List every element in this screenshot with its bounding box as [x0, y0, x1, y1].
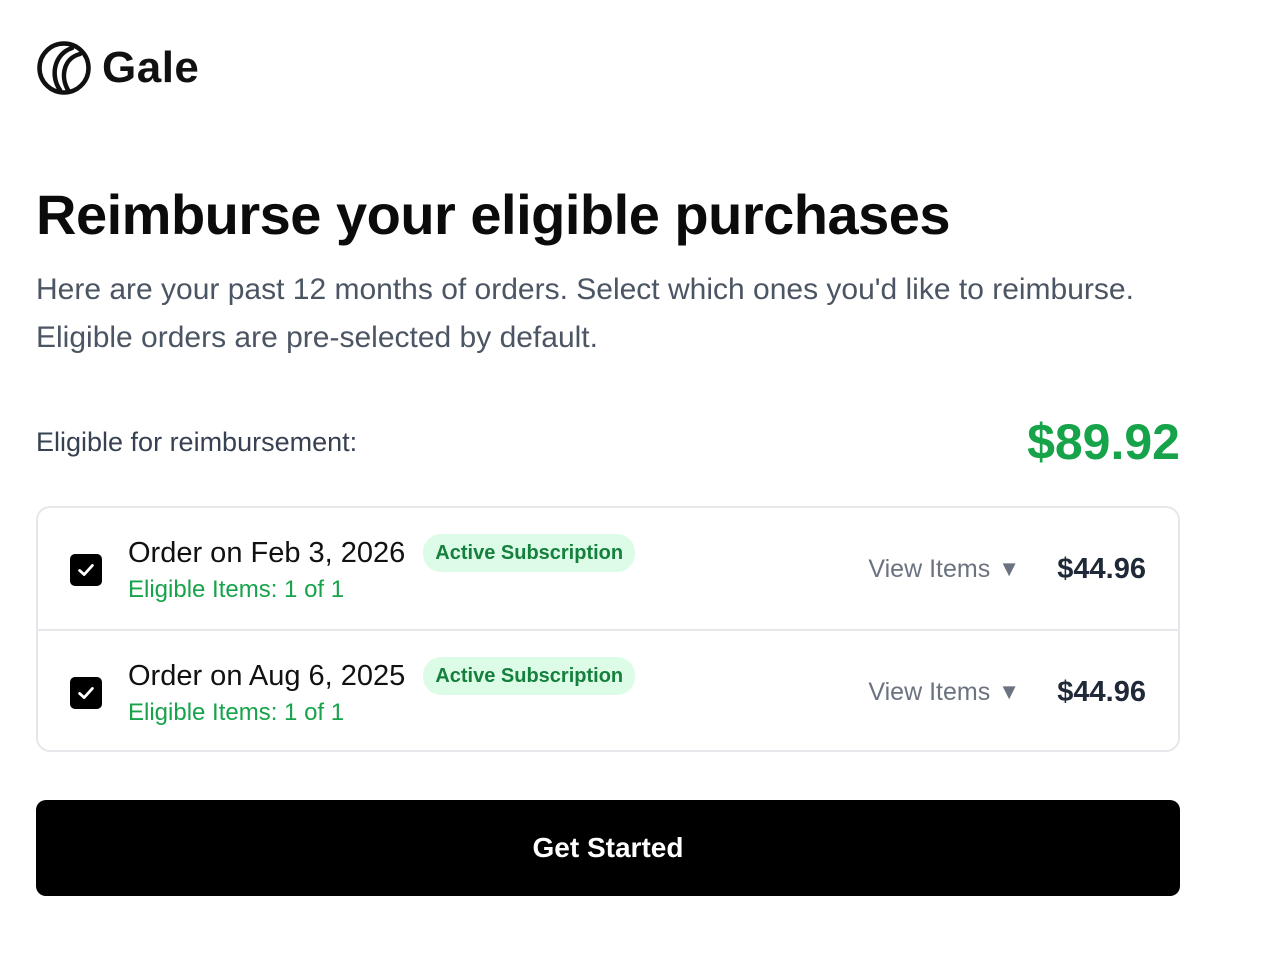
- order-price: $44.96: [1057, 553, 1146, 585]
- brand: Gale: [36, 40, 199, 96]
- order-title-line: Order on Aug 6, 2025 Active Subscription: [128, 657, 636, 695]
- page: Gale Reimburse your eligible purchases H…: [0, 0, 1286, 978]
- eligible-items-count: Eligible Items: 1 of 1: [128, 576, 345, 603]
- view-items-label: View Items: [868, 678, 991, 706]
- subscription-badge: Active Subscription: [423, 534, 636, 572]
- view-items-toggle[interactable]: View Items ▼: [868, 552, 1020, 586]
- summary-label: Eligible for reimbursement:: [36, 427, 358, 457]
- page-subtitle: Here are your past 12 months of orders. …: [36, 273, 1134, 354]
- order-info: Order on Aug 6, 2025 Active Subscription…: [128, 657, 636, 729]
- orders-list: Order on Feb 3, 2026 Active Subscription…: [36, 506, 1180, 752]
- order-price: $44.96: [1057, 676, 1146, 708]
- order-row: Order on Feb 3, 2026 Active Subscription…: [38, 508, 1178, 629]
- order-title: Order on Feb 3, 2026: [128, 537, 406, 569]
- order-checkbox[interactable]: [70, 554, 102, 586]
- gale-logo-icon: [37, 41, 91, 95]
- summary-amount: $89.92: [1027, 414, 1180, 470]
- view-items-label: View Items: [868, 555, 991, 583]
- order-title: Order on Aug 6, 2025: [128, 660, 406, 692]
- order-title-line: Order on Feb 3, 2026 Active Subscription: [128, 534, 636, 572]
- caret-down-icon: ▼: [998, 679, 1020, 704]
- subscription-badge: Active Subscription: [423, 657, 636, 695]
- get-started-button[interactable]: Get Started: [36, 800, 1180, 896]
- brand-name: Gale: [102, 43, 200, 92]
- page-title: Reimburse your eligible purchases: [36, 183, 951, 246]
- checkmark-icon: [78, 687, 94, 699]
- checkmark-icon: [78, 564, 94, 576]
- eligible-items-count: Eligible Items: 1 of 1: [128, 699, 345, 726]
- order-info: Order on Feb 3, 2026 Active Subscription…: [128, 534, 636, 606]
- order-row: Order on Aug 6, 2025 Active Subscription…: [38, 629, 1178, 750]
- view-items-toggle[interactable]: View Items ▼: [868, 675, 1020, 709]
- order-checkbox[interactable]: [70, 677, 102, 709]
- caret-down-icon: ▼: [998, 556, 1020, 581]
